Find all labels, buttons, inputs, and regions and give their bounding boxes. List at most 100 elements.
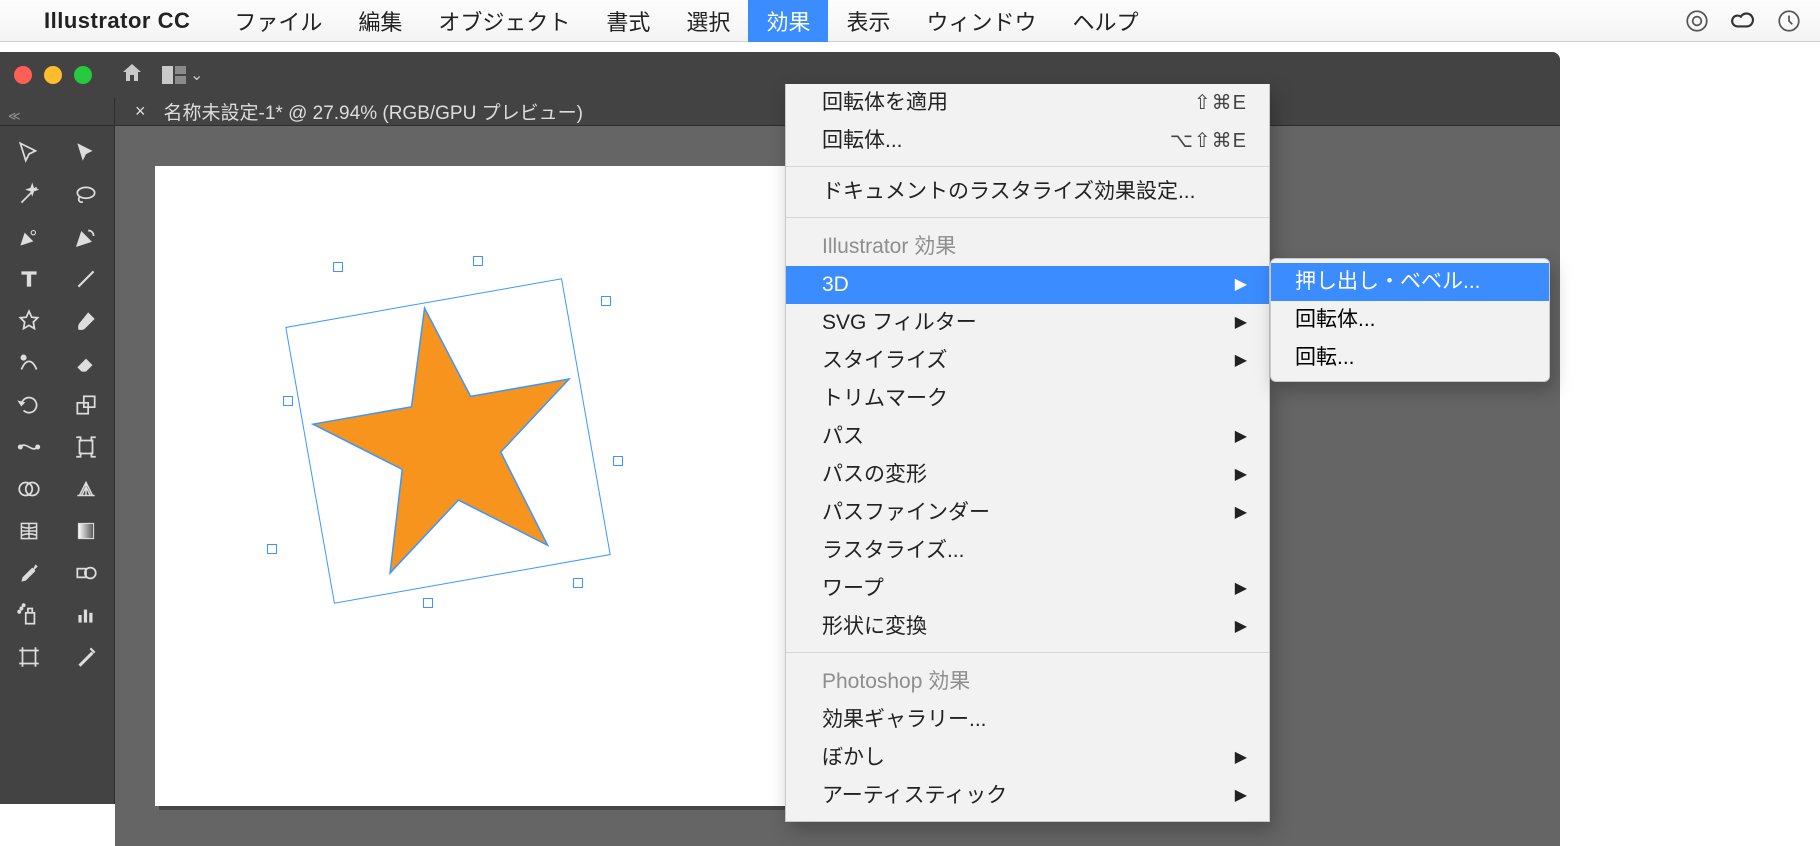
rotate-tool[interactable]	[0, 384, 57, 426]
handle-bl[interactable]	[267, 544, 277, 554]
line-segment-tool[interactable]	[57, 258, 114, 300]
menu-item-パス[interactable]: パス▶	[786, 418, 1269, 456]
menu-item-形状に変換[interactable]: 形状に変換 ▶	[786, 608, 1269, 646]
window-close-button[interactable]	[14, 66, 32, 84]
submenu-arrow-icon: ▶	[1235, 612, 1247, 642]
menu-item-label: ワープ	[822, 574, 884, 604]
type-tool[interactable]	[0, 258, 57, 300]
menu-window[interactable]: ウィンドウ	[908, 0, 1054, 45]
mac-menubar: Illustrator CC ファイル 編集 オブジェクト 書式 選択 効果 表…	[0, 0, 1820, 42]
lasso-tool[interactable]	[57, 174, 114, 216]
handle-tm[interactable]	[473, 256, 483, 266]
window-titlebar[interactable]: ⌄	[0, 52, 1560, 98]
toolbox-collapse-icon[interactable]: ≪	[0, 106, 114, 126]
menu-item-label: パス	[822, 422, 864, 452]
menu-object[interactable]: オブジェクト	[420, 0, 588, 45]
handle-tr[interactable]	[601, 296, 611, 306]
menu-last-label: 回転体...	[822, 126, 903, 156]
handle-mr[interactable]	[613, 456, 623, 466]
handle-ml[interactable]	[283, 396, 293, 406]
submenu-arrow-icon: ▶	[1235, 308, 1247, 338]
3d-submenu: 押し出し・ベベル...回転体...回転...	[1270, 258, 1550, 382]
submenu-item-回転体...[interactable]: 回転体...	[1271, 301, 1549, 339]
workspace-switcher-icon[interactable]: ⌄	[162, 65, 203, 85]
menu-last-effect[interactable]: 回転体... ⌥⇧⌘E	[786, 122, 1269, 160]
submenu-item-回転...[interactable]: 回転...	[1271, 339, 1549, 377]
submenu-arrow-icon: ▶	[1235, 743, 1247, 773]
menu-rasterize-settings[interactable]: ドキュメントのラスタライズ効果設定...	[786, 173, 1269, 211]
gradient-tool[interactable]	[57, 510, 114, 552]
menu-item-パスの変形[interactable]: パスの変形▶	[786, 456, 1269, 494]
menu-item-ラスタライズ...[interactable]: ラスタライズ...	[786, 532, 1269, 570]
tab-close-icon[interactable]: ×	[135, 101, 146, 122]
menu-item-3D[interactable]: 3D▶	[786, 266, 1269, 304]
menu-item-パスファインダー[interactable]: パスファインダー▶	[786, 494, 1269, 532]
curvature-tool[interactable]	[57, 216, 114, 258]
menu-raster-label: ドキュメントのラスタライズ効果設定...	[822, 177, 1195, 207]
pen-tool[interactable]	[0, 216, 57, 258]
submenu-arrow-icon: ▶	[1235, 346, 1247, 376]
menu-view[interactable]: 表示	[828, 0, 908, 45]
paintbrush-tool[interactable]	[57, 300, 114, 342]
eyedropper-tool[interactable]	[0, 552, 57, 594]
home-icon[interactable]	[120, 61, 144, 90]
menu-separator	[786, 217, 1269, 218]
star-shape[interactable]	[297, 285, 597, 581]
menu-item-トリムマーク[interactable]: トリムマーク	[786, 380, 1269, 418]
menu-apply-last-effect[interactable]: 回転体を適用 ⇧⌘E	[786, 84, 1269, 122]
magic-wand-tool[interactable]	[0, 174, 57, 216]
section-label: Illustrator 効果	[822, 232, 956, 262]
shape-builder-tool[interactable]	[0, 468, 57, 510]
section-label: Photoshop 効果	[822, 667, 970, 697]
app-name[interactable]: Illustrator CC	[44, 8, 190, 34]
menu-item-SVG フィルター[interactable]: SVG フィルター▶	[786, 304, 1269, 342]
artboard-tool[interactable]	[0, 636, 57, 678]
slice-tool[interactable]	[57, 636, 114, 678]
menu-section-illustrator: Illustrator 効果	[786, 224, 1269, 266]
free-transform-tool[interactable]	[57, 426, 114, 468]
menu-apply-label: 回転体を適用	[822, 88, 948, 118]
time-machine-icon[interactable]	[1776, 8, 1802, 34]
menu-item-ぼかし[interactable]: ぼかし▶	[786, 739, 1269, 777]
selection-bounds[interactable]	[273, 266, 623, 616]
menu-item-label: 3D	[822, 270, 849, 300]
menu-item-label: アーティスティック	[822, 781, 1007, 811]
selection-tool[interactable]	[0, 132, 57, 174]
mesh-tool[interactable]	[0, 510, 57, 552]
toolbox: ≪	[0, 98, 115, 804]
window-minimize-button[interactable]	[44, 66, 62, 84]
menu-item-効果ギャラリー...[interactable]: 効果ギャラリー...	[786, 701, 1269, 739]
perspective-grid-tool[interactable]	[57, 468, 114, 510]
blend-tool[interactable]	[57, 552, 114, 594]
menu-item-スタイライズ[interactable]: スタイライズ▶	[786, 342, 1269, 380]
handle-bm[interactable]	[423, 598, 433, 608]
handle-tl[interactable]	[333, 262, 343, 272]
menu-section-photoshop: Photoshop 効果	[786, 659, 1269, 701]
creative-cloud-icon[interactable]	[1730, 8, 1756, 34]
menu-select[interactable]: 選択	[668, 0, 748, 45]
menu-help[interactable]: ヘルプ	[1054, 0, 1156, 45]
width-tool[interactable]	[0, 426, 57, 468]
shaper-tool[interactable]	[0, 342, 57, 384]
direct-selection-tool[interactable]	[57, 132, 114, 174]
effect-menu-dropdown: 回転体を適用 ⇧⌘E 回転体... ⌥⇧⌘E ドキュメントのラスタライズ効果設定…	[785, 84, 1270, 822]
menu-item-アーティスティック[interactable]: アーティスティック▶	[786, 777, 1269, 815]
menu-item-label: 形状に変換	[822, 612, 927, 642]
target-icon[interactable]	[1684, 8, 1710, 34]
window-zoom-button[interactable]	[74, 66, 92, 84]
eraser-tool[interactable]	[57, 342, 114, 384]
menu-item-ワープ[interactable]: ワープ▶	[786, 570, 1269, 608]
menu-file[interactable]: ファイル	[216, 0, 340, 45]
symbol-sprayer-tool[interactable]	[0, 594, 57, 636]
column-graph-tool[interactable]	[57, 594, 114, 636]
star-tool[interactable]	[0, 300, 57, 342]
handle-br[interactable]	[573, 578, 583, 588]
menu-effect[interactable]: 効果	[748, 0, 828, 45]
shortcut-text: ⇧⌘E	[1194, 88, 1247, 118]
menu-type[interactable]: 書式	[588, 0, 668, 45]
menu-edit[interactable]: 編集	[340, 0, 420, 45]
artboard[interactable]	[155, 166, 795, 806]
scale-tool[interactable]	[57, 384, 114, 426]
menu-separator	[786, 166, 1269, 167]
submenu-item-押し出し・ベベル...[interactable]: 押し出し・ベベル...	[1271, 263, 1549, 301]
